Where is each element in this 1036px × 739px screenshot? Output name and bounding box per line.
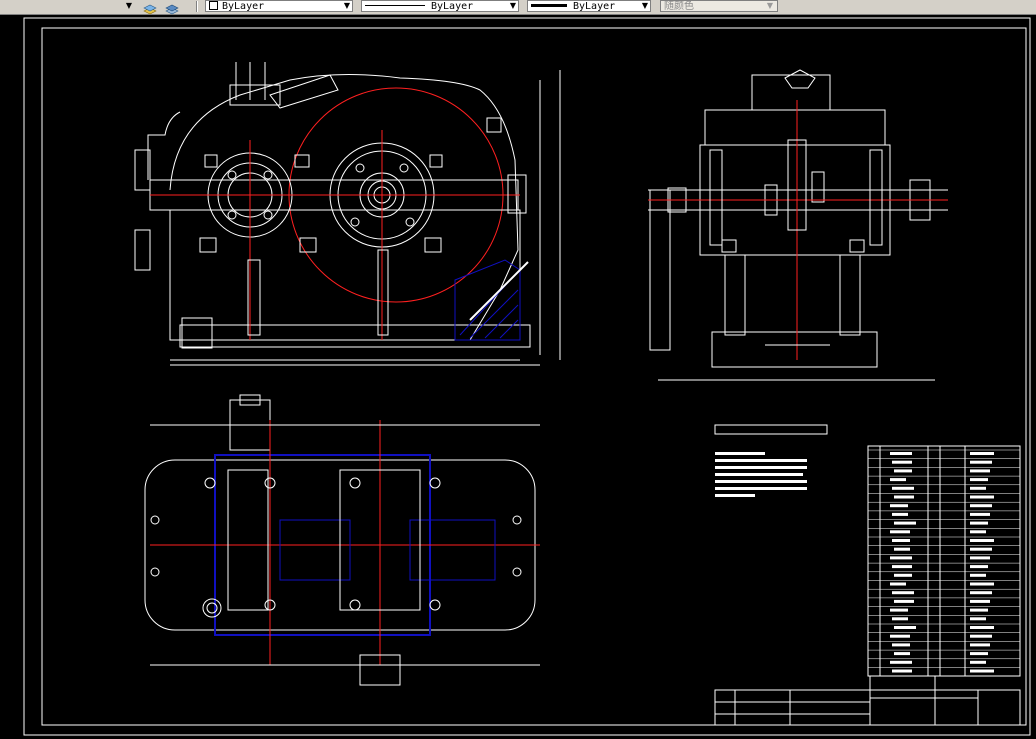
parts-list-cell: [890, 634, 910, 638]
parts-list-cell: [970, 504, 992, 508]
chevron-down-icon[interactable]: ▼: [640, 0, 650, 12]
parts-list-cell: [970, 582, 994, 586]
parts-list-cell: [970, 460, 992, 464]
parts-list-cell: [970, 626, 994, 629]
parts-list-cell: [970, 521, 988, 525]
color-dropdown[interactable]: ByLayer: [205, 0, 353, 12]
color-swatch-icon: [209, 1, 218, 10]
parts-list-cell: [970, 478, 988, 482]
parts-list-cell: [894, 469, 912, 473]
parts-list-cell: [970, 486, 986, 490]
parts-list-cell: [890, 582, 906, 586]
parts-list-cell: [970, 469, 990, 473]
plotstyle-dropdown: 随颜色: [660, 0, 778, 12]
side-housing-base: [711, 331, 878, 368]
parts-list-cell: [970, 512, 990, 516]
parts-list-cell: [970, 530, 986, 534]
parts-list-cell: [970, 495, 994, 499]
parts-list-cell: [970, 573, 986, 577]
parts-list-cell: [894, 547, 910, 551]
parts-list-cell: [970, 599, 990, 603]
parts-list-cell: [892, 591, 914, 595]
parts-list-cell: [892, 565, 912, 569]
sheet-outer-border: [23, 17, 1031, 736]
chevron-down-icon[interactable]: ▼: [124, 0, 134, 12]
parts-list-cell: [890, 660, 912, 664]
parts-list-cell: [890, 556, 912, 560]
chevron-down-icon: ▼: [766, 1, 774, 10]
parts-list-cell: [890, 504, 908, 508]
lineweight-dropdown[interactable]: ByLayer: [527, 0, 651, 12]
chevron-down-icon[interactable]: ▼: [508, 0, 518, 12]
parts-list-cell: [892, 643, 910, 647]
parts-list-cell: [894, 626, 916, 629]
parts-list-cell: [894, 599, 914, 603]
parts-list-cell: [970, 556, 990, 560]
parts-list-cell: [892, 539, 910, 542]
parts-list-cell: [970, 452, 994, 455]
parts-list-cell: [970, 591, 992, 595]
parts-list-cell: [970, 608, 988, 612]
layer-states-icon[interactable]: [143, 0, 157, 15]
parts-list-cell: [894, 652, 910, 656]
parts-list-cell: [892, 486, 914, 490]
parts-list-cell: [892, 617, 908, 621]
parts-list-cell: [970, 660, 986, 664]
linetype-preview-icon: [365, 5, 425, 6]
parts-list-cell: [970, 539, 994, 542]
parts-list-rows: [868, 449, 1020, 673]
front-view: [134, 62, 561, 366]
parts-list-cell: [894, 495, 914, 499]
parts-list-cell: [970, 565, 988, 569]
parts-list-cell: [890, 452, 912, 455]
parts-list-cell: [970, 547, 992, 551]
layer-previous-icon[interactable]: [165, 0, 179, 15]
parts-list-cell: [890, 478, 906, 482]
parts-list-cell: [970, 669, 994, 673]
title-block: [714, 676, 1021, 726]
properties-toolbar: ▼ ByLayer ▼ ByLayer ▼ ByLayer ▼ 随颜色 ▼: [0, 0, 1036, 15]
parts-list-cell: [970, 652, 988, 656]
parts-list-cell: [970, 617, 986, 621]
drawing-canvas[interactable]: [0, 15, 1036, 739]
parts-list-cell: [970, 643, 990, 647]
side-view: [648, 69, 948, 381]
inspection-cover: [229, 84, 281, 106]
vent-cap-housing: [751, 74, 831, 111]
parts-list-cell: [892, 512, 908, 516]
linetype-dropdown[interactable]: ByLayer: [361, 0, 519, 12]
parts-list-cell: [894, 521, 916, 525]
lineweight-preview-icon: [531, 4, 567, 7]
parts-list-cell: [892, 669, 912, 673]
parts-list-cell: [892, 460, 912, 464]
parts-list-cell: [894, 573, 912, 577]
tech-requirements-block: [714, 424, 828, 497]
parts-list-cell: [890, 608, 908, 612]
chevron-down-icon[interactable]: ▼: [342, 0, 352, 12]
top-view: [144, 394, 540, 686]
parts-list-cell: [970, 634, 992, 638]
parts-list-cell: [890, 530, 910, 534]
